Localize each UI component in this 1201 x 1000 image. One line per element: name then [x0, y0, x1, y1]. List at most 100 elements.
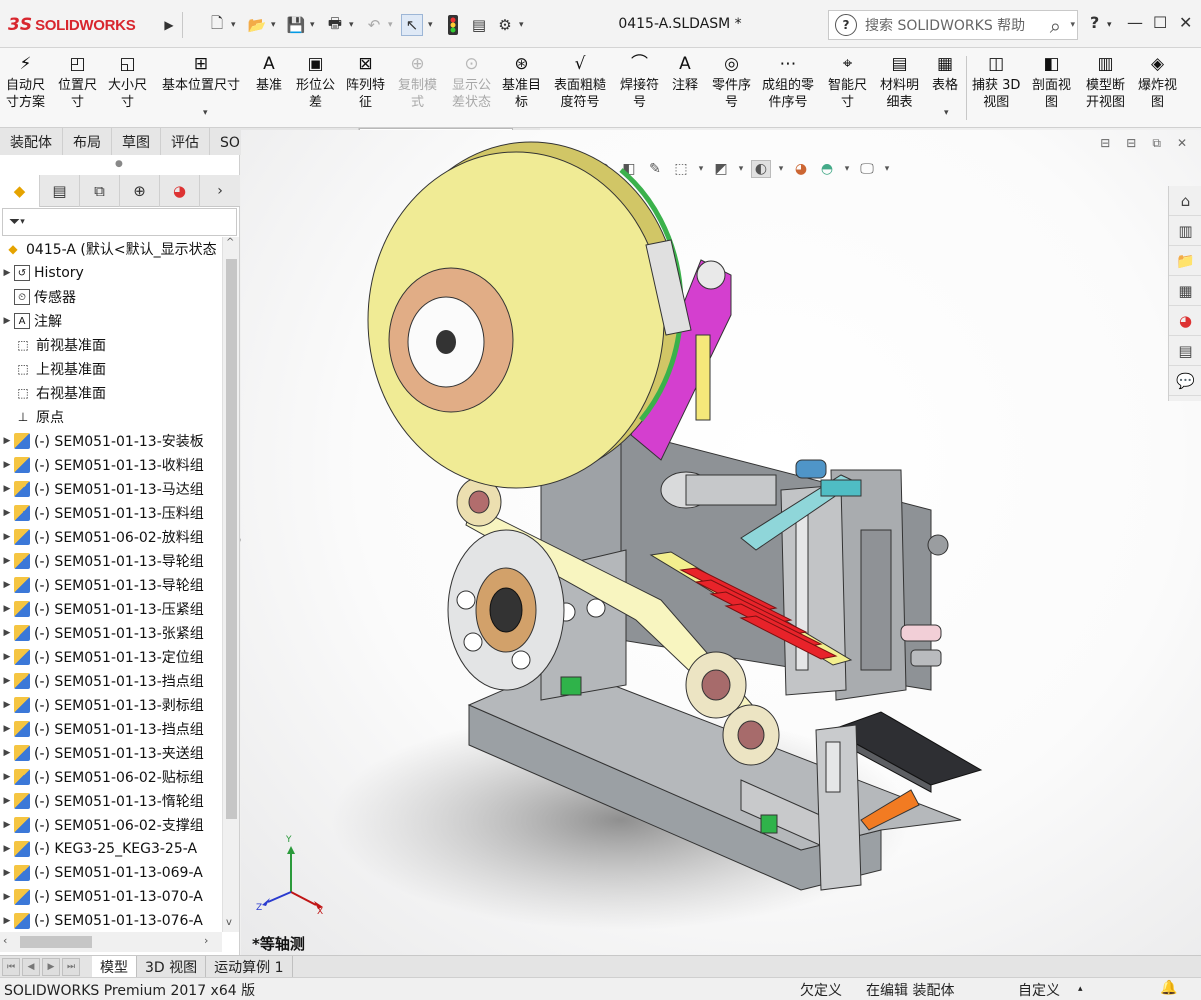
options-dropdown-arrow[interactable]: ▾ — [519, 20, 524, 30]
waste-reel[interactable] — [447, 529, 565, 691]
expand-arrow-icon[interactable]: ▶ — [0, 316, 14, 326]
tree-item[interactable]: ▶ ↺ History — [0, 261, 222, 285]
lower-roller[interactable] — [685, 651, 747, 719]
tree-item[interactable]: ▶ (-) SEM051-01-13-惰轮组 — [0, 789, 222, 813]
next-tab-arrow[interactable]: ▶ — [42, 957, 60, 976]
command-tab-1[interactable]: 布局 — [63, 128, 112, 155]
expand-arrow-icon[interactable]: ▶ — [0, 916, 14, 926]
tree-root-assembly[interactable]: ◆ 0415-A (默认<默认_显示状态 — [0, 237, 222, 261]
ribbon-button-5[interactable]: ▣ 形位公差 — [296, 52, 335, 111]
new-document-icon[interactable]: 🗋 — [206, 14, 228, 36]
expand-arrow-icon[interactable]: ▶ — [0, 892, 14, 902]
appearances-icon[interactable]: ◕ — [1169, 306, 1201, 336]
panel-tabs-scroll-icon[interactable]: › — [200, 175, 240, 207]
expand-arrow-icon[interactable]: ▶ — [0, 844, 14, 854]
tree-horizontal-scrollbar[interactable]: ‹ › — [0, 932, 222, 952]
search-dropdown-arrow[interactable]: ▾ — [1070, 20, 1075, 30]
tree-item[interactable]: ⬚ 上视基准面 — [0, 357, 222, 381]
expand-arrow-icon[interactable]: ▶ — [0, 820, 14, 830]
ribbon-button-16[interactable]: ▤ 材料明 细表 — [880, 52, 919, 111]
expand-arrow-icon[interactable]: ▶ — [0, 700, 14, 710]
solidworks-logo[interactable]: 3S SOLIDWORKS — [8, 10, 156, 40]
ribbon-button-3[interactable]: ⊞ 基本位置尺寸 — [162, 52, 240, 94]
units-dropdown-arrow[interactable]: ▴ — [1078, 984, 1083, 994]
tree-item[interactable]: ▶ (-) KEG3-25_KEG3-25-A — [0, 837, 222, 861]
close-icon[interactable]: ✕ — [1179, 13, 1192, 32]
ribbon-button-14[interactable]: ⋯ 成组的零 件序号 — [762, 52, 814, 111]
solidworks-resources-icon[interactable]: ⌂ — [1169, 186, 1201, 216]
search-input[interactable]: 搜索 SOLIDWORKS 帮助 — [865, 15, 1025, 35]
tree-item[interactable]: ▶ (-) SEM051-01-13-挡点组 — [0, 669, 222, 693]
command-tab-0[interactable]: 装配体 — [0, 128, 63, 155]
scroll-left-arrow[interactable]: ‹ — [3, 934, 7, 947]
dimxpert-manager-tab-icon[interactable]: ⊕ — [120, 175, 160, 207]
tree-item[interactable]: ▶ (-) SEM051-01-13-压料组 — [0, 501, 222, 525]
expand-arrow-icon[interactable]: ▶ — [0, 604, 14, 614]
select-arrow-icon[interactable]: ↖ — [401, 14, 423, 36]
tree-item[interactable]: ▶ (-) SEM051-01-13-076-A — [0, 909, 222, 932]
options-gear-icon[interactable]: ⚙ — [494, 14, 516, 36]
expand-menu-icon[interactable]: ▶ — [158, 14, 180, 36]
ribbon-button-11[interactable]: ⌒ 焊接符号 — [620, 52, 659, 111]
expand-arrow-icon[interactable]: ▶ — [0, 436, 14, 446]
bottom-tab-1[interactable]: 3D 视图 — [137, 955, 207, 978]
basic-location-dropdown-arrow[interactable]: ▾ — [203, 108, 208, 118]
tree-vertical-scrollbar[interactable]: ^ v — [222, 237, 239, 932]
tree-item[interactable]: ⊥ 原点 — [0, 405, 222, 429]
tree-filter[interactable]: ⏷ ▾ — [2, 208, 237, 236]
file-properties-icon[interactable]: ▤ — [468, 14, 490, 36]
ribbon-button-2[interactable]: ◱ 大小尺寸 — [108, 52, 147, 111]
tree-item[interactable]: ▶ (-) SEM051-06-02-放料组 — [0, 525, 222, 549]
configuration-manager-tab-icon[interactable]: ⧉ — [80, 175, 120, 207]
search-icon[interactable]: ⌕ — [1050, 14, 1061, 38]
scrollbar-thumb[interactable] — [226, 259, 237, 819]
tree-item[interactable]: ▶ (-) SEM051-01-13-压紧组 — [0, 597, 222, 621]
expand-arrow-icon[interactable]: ▶ — [0, 484, 14, 494]
tree-item[interactable]: ▶ (-) SEM051-06-02-支撑组 — [0, 813, 222, 837]
tree-item[interactable]: ▶ (-) SEM051-01-13-069-A — [0, 861, 222, 885]
tree-item[interactable]: ▶ (-) SEM051-06-02-贴标组 — [0, 765, 222, 789]
labeling-machine-model[interactable]: Y X Z — [241, 130, 1201, 955]
tree-item[interactable]: ⬚ 右视基准面 — [0, 381, 222, 405]
tree-item[interactable]: ▶ (-) SEM051-01-13-挡点组 — [0, 717, 222, 741]
help-dropdown-arrow[interactable]: ▾ — [1107, 20, 1112, 30]
expand-arrow-icon[interactable]: ▶ — [0, 508, 14, 518]
display-manager-tab-icon[interactable]: ◕ — [160, 175, 200, 207]
open-dropdown-arrow[interactable]: ▾ — [271, 20, 276, 30]
ribbon-button-6[interactable]: ⊠ 阵列特征 — [346, 52, 385, 111]
lower-roller-2[interactable] — [722, 704, 780, 766]
tree-item[interactable]: ▶ (-) SEM051-01-13-剥标组 — [0, 693, 222, 717]
ribbon-button-19[interactable]: ◧ 剖面视图 — [1032, 52, 1071, 111]
file-explorer-icon[interactable]: 📁 — [1169, 246, 1201, 276]
forum-icon[interactable]: 💬 — [1169, 366, 1201, 396]
expand-arrow-icon[interactable]: ▶ — [0, 868, 14, 878]
tree-item[interactable]: ⏲ 传感器 — [0, 285, 222, 309]
bottom-tab-0[interactable]: 模型 — [92, 955, 137, 978]
tree-item[interactable]: ▶ (-) SEM051-01-13-070-A — [0, 885, 222, 909]
ribbon-button-12[interactable]: A 注释 — [672, 52, 698, 94]
tree-item[interactable]: ▶ (-) SEM051-01-13-定位组 — [0, 645, 222, 669]
prev-tab-arrow[interactable]: ◀ — [22, 957, 40, 976]
scrollbar-thumb[interactable] — [20, 936, 92, 948]
graphics-area[interactable]: ⊟ ⊟ ⧉ ✕ ⌕ ⌕ ↶ ◧ ✎ ⬚ ▾ ◩ ▾ ◐ ▾ ◕ ◓ ▾ 🖵 ▾ — [241, 130, 1201, 955]
scroll-up-arrow[interactable]: ^ — [226, 237, 234, 248]
tree-item[interactable]: ▶ (-) SEM051-01-13-导轮组 — [0, 573, 222, 597]
first-tab-arrow[interactable]: ⏮ — [2, 957, 20, 976]
open-file-icon[interactable]: 📂 — [246, 14, 268, 36]
new-dropdown-arrow[interactable]: ▾ — [231, 20, 236, 30]
ribbon-button-1[interactable]: ◰ 位置尺寸 — [58, 52, 97, 111]
print-dropdown-arrow[interactable]: ▾ — [349, 20, 354, 30]
expand-arrow-icon[interactable]: ▶ — [0, 460, 14, 470]
maximize-icon[interactable]: ☐ — [1153, 13, 1167, 32]
filter-funnel-icon[interactable]: ⏷ — [9, 214, 20, 230]
expand-arrow-icon[interactable]: ▶ — [0, 748, 14, 758]
print-icon[interactable]: 🖶 — [324, 14, 346, 36]
design-library-icon[interactable]: ▥ — [1169, 216, 1201, 246]
custom-properties-icon[interactable]: ▤ — [1169, 336, 1201, 366]
ribbon-button-21[interactable]: ◈ 爆炸视图 — [1138, 52, 1177, 111]
expand-arrow-icon[interactable]: ▶ — [0, 676, 14, 686]
tree-item[interactable]: ⬚ 前视基准面 — [0, 333, 222, 357]
tree-item[interactable]: ▶ A 注解 — [0, 309, 222, 333]
bottom-tab-2[interactable]: 运动算例 1 — [206, 955, 293, 978]
expand-arrow-icon[interactable]: ▶ — [0, 724, 14, 734]
